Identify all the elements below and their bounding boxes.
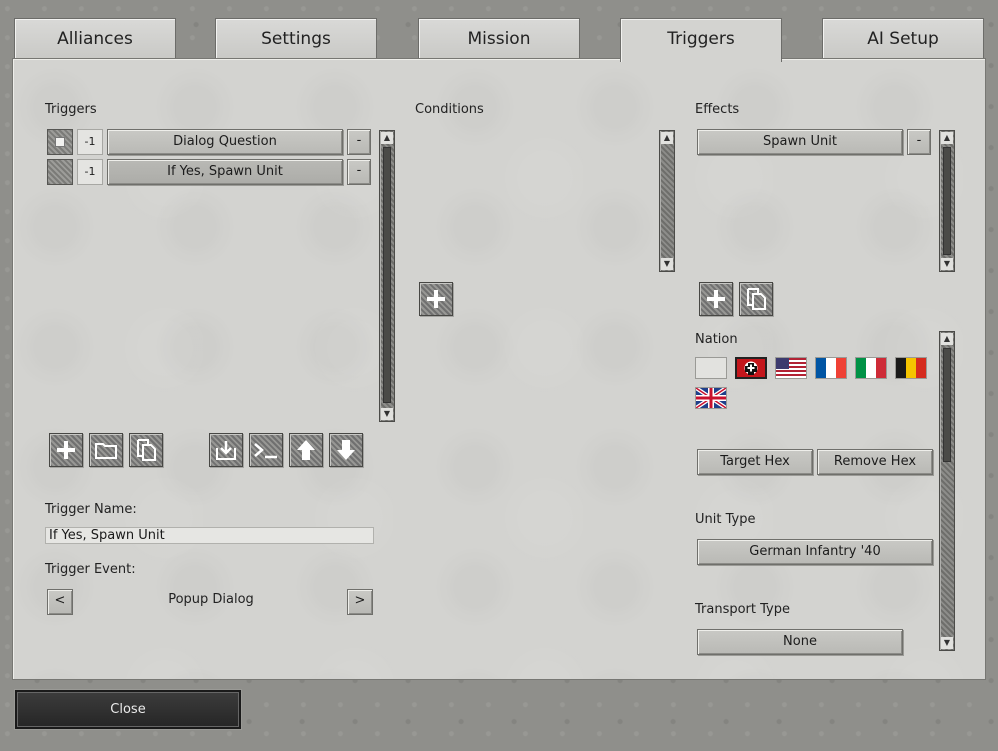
trigger-row-1-button[interactable]: Dialog Question [107, 129, 343, 155]
trigger-row-2-number[interactable]: -1 [77, 159, 103, 185]
unit-type-button[interactable]: German Infantry '40 [697, 539, 933, 565]
scroll-up-icon[interactable]: ▲ [661, 132, 673, 144]
scroll-up-icon[interactable]: ▲ [941, 132, 953, 144]
effect-row-1-button[interactable]: Spawn Unit [697, 129, 903, 155]
scroll-down-icon[interactable]: ▼ [941, 637, 953, 649]
close-button[interactable]: Close [15, 690, 241, 729]
move-down-button[interactable] [329, 433, 363, 467]
open-trigger-button[interactable] [89, 433, 123, 467]
tab-mission[interactable]: Mission [418, 18, 580, 59]
effect-row-1-remove-button[interactable]: - [907, 129, 931, 155]
plus-icon [707, 290, 725, 308]
triggers-header: Triggers [45, 102, 97, 117]
tab-triggers[interactable]: Triggers [620, 18, 782, 62]
trigger-row-2-checkbox[interactable] [47, 159, 73, 185]
nation-germany-flag[interactable] [735, 357, 767, 379]
plus-icon [427, 290, 445, 308]
copy-effect-button[interactable] [739, 282, 773, 316]
nation-usa-flag[interactable] [775, 357, 807, 379]
move-up-button[interactable] [289, 433, 323, 467]
scroll-thumb[interactable] [943, 348, 951, 462]
remove-hex-button[interactable]: Remove Hex [817, 449, 933, 475]
transport-type-button[interactable]: None [697, 629, 903, 655]
scroll-thumb[interactable] [943, 147, 951, 255]
add-condition-button[interactable] [419, 282, 453, 316]
effects-header: Effects [695, 102, 740, 117]
trigger-row-2-button[interactable]: If Yes, Spawn Unit [107, 159, 343, 185]
triggers-panel: Triggers -1 Dialog Question - -1 If Yes,… [12, 58, 986, 680]
trigger-event-value: Popup Dialog [168, 592, 254, 607]
scroll-down-icon[interactable]: ▼ [661, 258, 673, 270]
scroll-down-icon[interactable]: ▼ [941, 258, 953, 270]
trigger-event-prev-button[interactable]: < [47, 589, 73, 615]
nation-france-flag[interactable] [815, 357, 847, 379]
terminal-icon [254, 443, 277, 459]
transport-type-label: Transport Type [695, 602, 790, 617]
scroll-up-icon[interactable]: ▲ [381, 132, 393, 144]
scroll-thumb[interactable] [383, 147, 391, 403]
target-hex-button[interactable]: Target Hex [697, 449, 813, 475]
trigger-name-input[interactable]: If Yes, Spawn Unit [45, 527, 374, 544]
triggers-scrollbar[interactable]: ▲ ▼ [379, 130, 395, 422]
trigger-event-next-button[interactable]: > [347, 589, 373, 615]
add-trigger-button[interactable] [49, 433, 83, 467]
conditions-scrollbar[interactable]: ▲ ▼ [659, 130, 675, 272]
effects-scrollbar[interactable]: ▲ ▼ [939, 130, 955, 272]
tab-alliances[interactable]: Alliances [14, 18, 176, 59]
arrow-up-icon [297, 440, 315, 460]
trigger-row-2-remove-button[interactable]: - [347, 159, 371, 185]
copy-trigger-button[interactable] [129, 433, 163, 467]
download-icon [216, 441, 236, 460]
trigger-row-1-checkbox[interactable] [47, 129, 73, 155]
arrow-down-icon [337, 440, 355, 460]
unit-type-label: Unit Type [695, 512, 756, 527]
trigger-row-1-remove-button[interactable]: - [347, 129, 371, 155]
trigger-event-label: Trigger Event: [45, 562, 136, 577]
nation-italy-flag[interactable] [855, 357, 887, 379]
tab-settings[interactable]: Settings [215, 18, 377, 59]
import-trigger-button[interactable] [209, 433, 243, 467]
trigger-row-1-number[interactable]: -1 [77, 129, 103, 155]
conditions-header: Conditions [415, 102, 484, 117]
add-effect-button[interactable] [699, 282, 733, 316]
script-trigger-button[interactable] [249, 433, 283, 467]
plus-icon [57, 441, 75, 459]
nation-belgium-flag[interactable] [895, 357, 927, 379]
trigger-name-label: Trigger Name: [45, 502, 137, 517]
nation-britain-flag[interactable] [695, 387, 727, 409]
tab-ai-setup[interactable]: AI Setup [822, 18, 984, 59]
effect-settings-scrollbar[interactable]: ▲ ▼ [939, 331, 955, 651]
nation-label: Nation [695, 332, 738, 347]
scroll-up-icon[interactable]: ▲ [941, 333, 953, 345]
copy-icon [747, 288, 766, 310]
folder-icon [95, 443, 117, 459]
copy-icon [137, 439, 156, 461]
nation-none-flag[interactable] [695, 357, 727, 379]
scroll-down-icon[interactable]: ▼ [381, 408, 393, 420]
